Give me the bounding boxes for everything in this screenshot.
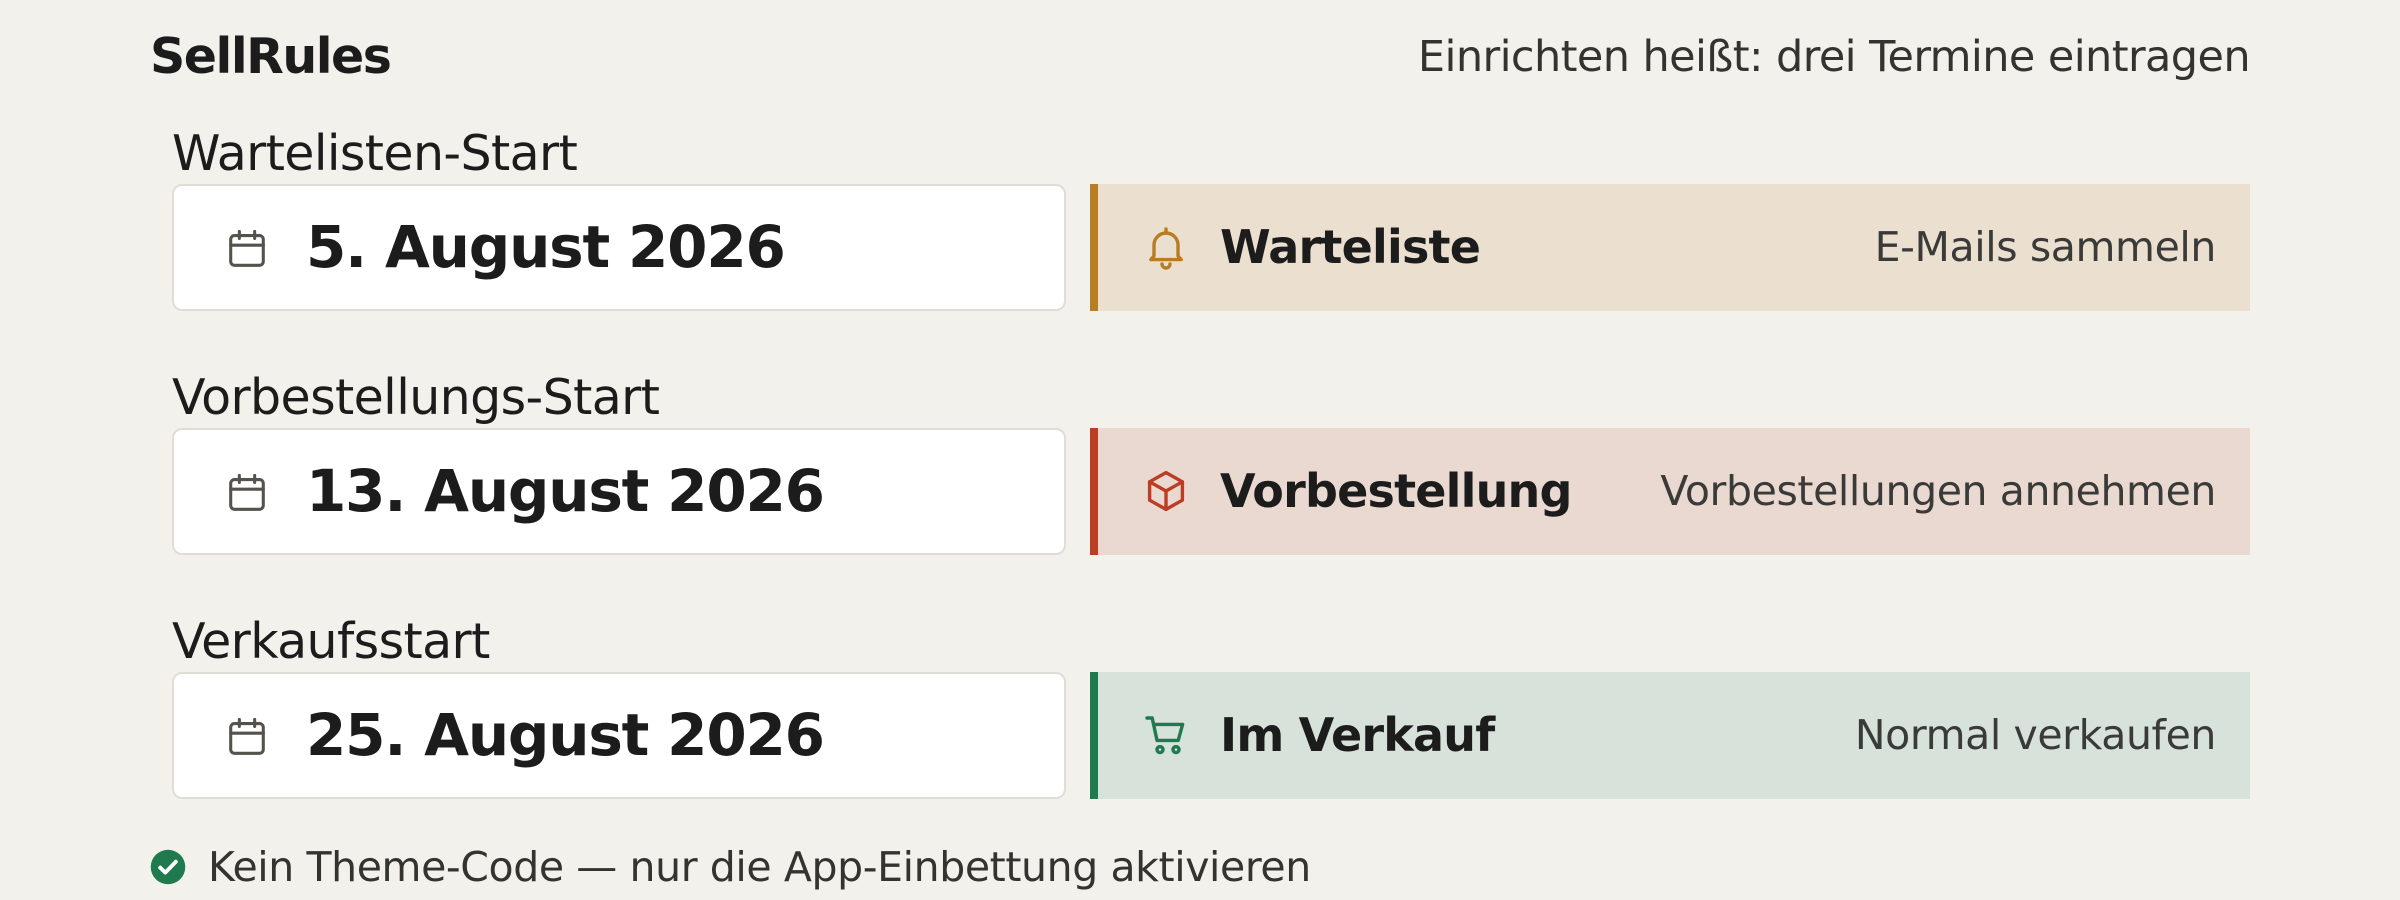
waitlist-start-date-value: 5. August 2026 — [306, 213, 786, 281]
calendar-icon — [229, 717, 265, 755]
phase-card-preorder: Vorbestellung Vorbestellungen annehmen — [1090, 428, 2250, 555]
phase-name-sale: Im Verkauf — [1220, 708, 1495, 762]
box-icon — [1147, 470, 1185, 512]
waitlist-start-date-field[interactable]: 5. August 2026 — [172, 184, 1066, 311]
footer-text: Kein Theme-Code — nur die App-Einbettung… — [208, 843, 1311, 891]
sale-start-label: Verkaufsstart — [172, 613, 490, 670]
preorder-start-date-field[interactable]: 13. August 2026 — [172, 428, 1066, 555]
header-tagline: Einrichten heißt: drei Termine eintragen — [1417, 32, 2251, 82]
phase-name-preorder: Vorbestellung — [1220, 464, 1572, 518]
phase-action-preorder: Vorbestellungen annehmen — [1660, 467, 2216, 515]
phase-name-waitlist: Warteliste — [1220, 220, 1481, 274]
bell-icon — [1149, 227, 1183, 270]
brand-title: SellRules — [150, 28, 392, 85]
sale-start-date-value: 25. August 2026 — [306, 701, 825, 769]
footer-note: Kein Theme-Code — nur die App-Einbettung… — [150, 837, 1311, 897]
preorder-start-date-value: 13. August 2026 — [306, 457, 825, 525]
phase-action-sale: Normal verkaufen — [1854, 711, 2217, 759]
phase-card-sale: Im Verkauf Normal verkaufen — [1090, 672, 2250, 799]
calendar-icon — [229, 473, 265, 511]
cart-icon — [1145, 716, 1185, 755]
phase-card-waitlist: Warteliste E-Mails sammeln — [1090, 184, 2250, 311]
waitlist-start-label: Wartelisten-Start — [172, 125, 578, 182]
sale-start-date-field[interactable]: 25. August 2026 — [172, 672, 1066, 799]
check-circle-icon — [150, 849, 186, 885]
preorder-start-label: Vorbestellungs-Start — [172, 369, 660, 426]
phase-action-waitlist: E-Mails sammeln — [1874, 223, 2217, 271]
calendar-icon — [229, 229, 265, 267]
